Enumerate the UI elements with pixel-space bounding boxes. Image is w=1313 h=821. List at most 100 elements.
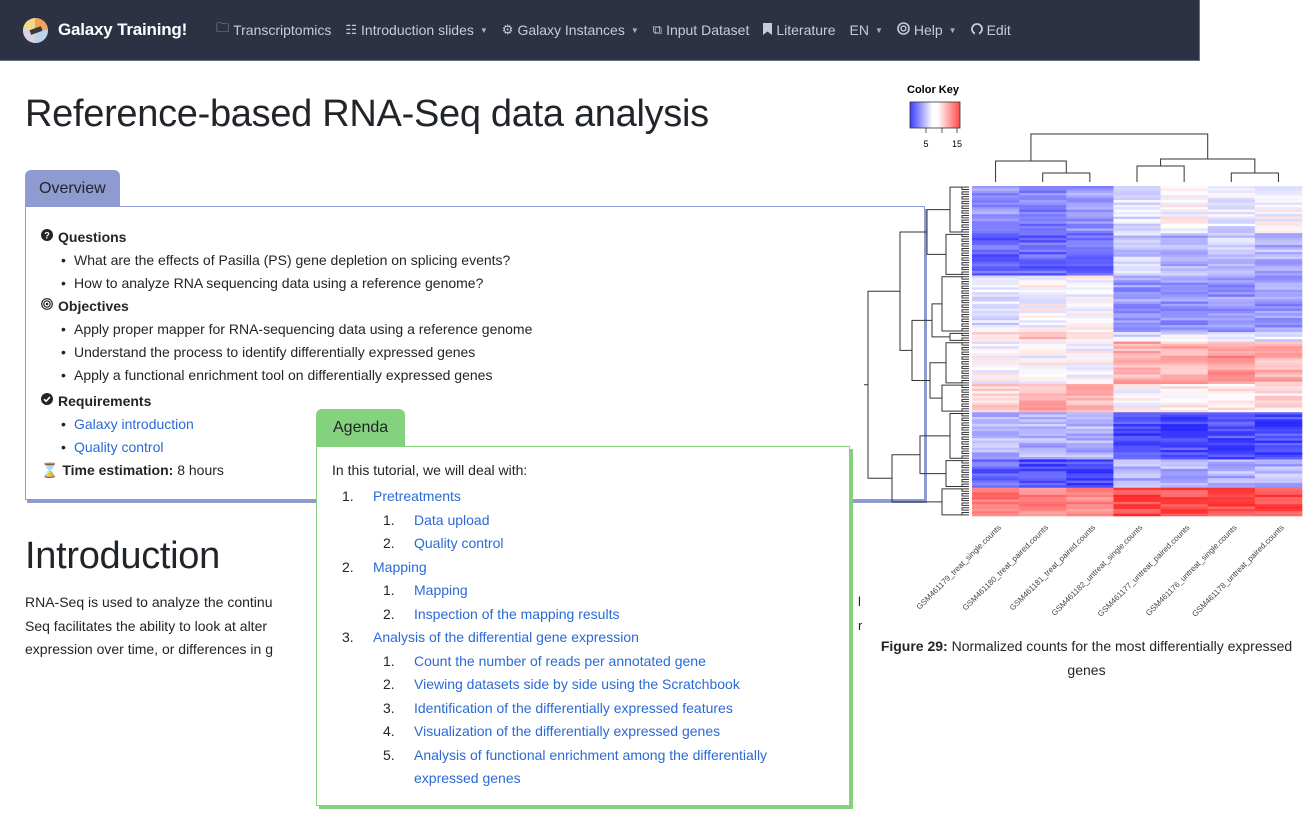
heatmap-cell <box>1254 405 1303 408</box>
nav-language[interactable]: EN ▼ <box>850 22 883 38</box>
heatmap-cell <box>1254 391 1303 394</box>
heatmap-cell <box>1019 348 1067 352</box>
heatmap-cell <box>972 424 1020 427</box>
heatmap-cell <box>972 501 1020 505</box>
question-circle-icon: ? <box>41 226 53 249</box>
heatmap-cell <box>1113 186 1161 189</box>
heatmap-cell <box>1113 226 1161 229</box>
heatmap-cell <box>1207 485 1256 489</box>
heatmap-cell <box>972 249 1020 253</box>
heatmap-cell <box>1254 457 1303 460</box>
agenda-link[interactable]: Analysis of the differential gene expres… <box>373 629 639 645</box>
nav-label: EN <box>849 22 869 38</box>
heatmap-cell <box>1254 478 1303 481</box>
heatmap-cell <box>1019 362 1067 366</box>
agenda-link[interactable]: Data upload <box>414 512 490 528</box>
heatmap-cell <box>1254 270 1303 274</box>
heatmap-cell <box>1113 395 1161 399</box>
heatmap-cell <box>1066 351 1114 354</box>
agenda-link[interactable]: Analysis of functional enrichment among … <box>414 744 834 791</box>
heatmap-cell <box>1113 398 1161 401</box>
heatmap-cell <box>1113 409 1161 413</box>
brand-link[interactable]: Galaxy Training! <box>23 17 187 43</box>
agenda-link[interactable]: Viewing datasets side by side using the … <box>414 676 740 692</box>
heatmap-cell <box>972 285 1020 288</box>
heatmap-cell <box>1254 402 1303 406</box>
heatmap-cell <box>1019 478 1067 481</box>
heatmap-cell <box>1207 266 1256 269</box>
heatmap-cell <box>1160 457 1209 460</box>
nav-input-dataset[interactable]: ⧉ Input Dataset <box>653 22 750 38</box>
top-navbar: Galaxy Training! 🗀 Transcriptomics ☷ Int… <box>0 0 1200 61</box>
heatmap-cell <box>1254 468 1303 472</box>
heatmap-cell <box>1113 214 1161 217</box>
heatmap-cell <box>1113 508 1161 512</box>
agenda-link[interactable]: Inspection of the mapping results <box>414 606 619 622</box>
heatmap-cell <box>1019 226 1067 229</box>
heatmap-cell <box>1019 320 1067 324</box>
heatmap-cell <box>972 263 1020 267</box>
heatmap-cell <box>1207 277 1256 281</box>
heatmap-cell <box>1019 193 1067 196</box>
figure-caption-text: Normalized counts for the most different… <box>951 638 1293 678</box>
heatmap-cell <box>1160 219 1209 222</box>
heatmap-cell <box>1160 343 1209 347</box>
row-dendrogram-leaf <box>961 285 969 290</box>
heatmap-cell <box>1207 339 1256 342</box>
nav-help[interactable]: Help ▼ <box>897 22 957 38</box>
heatmap-cell <box>1207 360 1256 364</box>
agenda-link[interactable]: Mapping <box>414 582 468 598</box>
agenda-link[interactable]: Mapping <box>373 559 427 575</box>
requirement-item: Galaxy introduction <box>41 413 224 436</box>
heatmap-cell <box>1207 247 1256 250</box>
agenda-link[interactable]: Count the number of reads per annotated … <box>414 653 706 669</box>
row-dendrogram-leaf <box>961 488 969 492</box>
heatmap-cell <box>1160 318 1209 321</box>
heatmap-cell <box>1160 254 1209 258</box>
heatmap-cell <box>972 440 1020 444</box>
agenda-link[interactable]: Quality control <box>414 535 503 551</box>
heatmap-cell <box>1254 296 1303 300</box>
heatmap-cell <box>1160 497 1209 500</box>
nav-galaxy-instances[interactable]: ⚙ Galaxy Instances ▼ <box>502 22 639 38</box>
row-dendrogram-leaf <box>961 299 969 304</box>
heatmap-cell <box>1160 355 1209 359</box>
heatmap-cell <box>972 426 1020 430</box>
nav-edit[interactable]: Edit <box>970 22 1011 38</box>
agenda-link[interactable]: Pretreatments <box>373 488 461 504</box>
heatmap-cell <box>1254 475 1303 479</box>
heatmap-cell <box>1066 270 1114 274</box>
heatmap-cell <box>1019 407 1067 411</box>
heatmap-cell <box>1254 511 1303 514</box>
agenda-link[interactable]: Identification of the differentially exp… <box>414 700 733 716</box>
nav-literature[interactable]: Literature <box>763 22 836 38</box>
requirement-link-quality-control[interactable]: Quality control <box>74 439 163 455</box>
row-dendrogram-leaf <box>961 332 969 337</box>
heatmap-cell <box>972 464 1020 467</box>
requirement-link-galaxy-introduction[interactable]: Galaxy introduction <box>74 416 194 432</box>
heatmap-cell <box>972 193 1020 196</box>
nav-introduction-slides[interactable]: ☷ Introduction slides ▼ <box>345 22 487 38</box>
nav-label: Edit <box>986 22 1011 38</box>
heatmap-cell <box>1019 292 1067 295</box>
heatmap-cell <box>1066 292 1114 295</box>
agenda-link[interactable]: Visualization of the differentially expr… <box>414 723 720 739</box>
heatmap-cell <box>1254 240 1303 243</box>
heatmap-cell <box>1066 450 1114 453</box>
heatmap-cell <box>972 362 1020 366</box>
heatmap-cell <box>1066 435 1114 439</box>
heatmap-cell <box>1066 384 1114 387</box>
heatmap-cell <box>1019 207 1067 210</box>
color-key-tick-label: 15 <box>952 139 962 149</box>
heatmap-cell <box>1113 475 1161 479</box>
heatmap-cell <box>972 292 1020 295</box>
heatmap-cell <box>1019 301 1067 305</box>
row-dendrogram-leaf <box>961 365 969 370</box>
heatmap-cell <box>1019 268 1067 272</box>
heatmap-cell <box>1066 294 1114 298</box>
heatmap-cell <box>1207 492 1256 496</box>
agenda-item-number: 2. <box>342 558 354 575</box>
nav-topic-transcriptomics[interactable]: 🗀 Transcriptomics <box>216 19 331 41</box>
heatmap-cell <box>1207 497 1256 500</box>
heatmap-cell <box>1207 263 1256 267</box>
